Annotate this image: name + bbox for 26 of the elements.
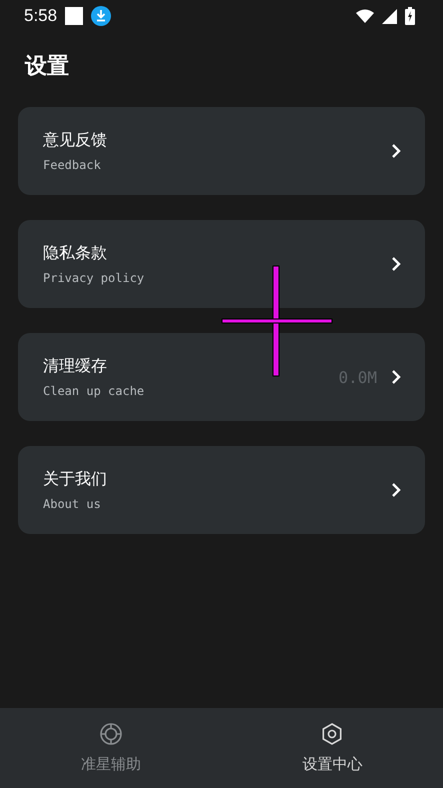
- item-title: 关于我们: [43, 469, 107, 489]
- notification-square-icon: [65, 7, 84, 25]
- chevron-right-icon: [391, 369, 401, 385]
- item-subtitle: Feedback: [43, 158, 101, 172]
- battery-icon: [405, 7, 415, 25]
- crosshair-icon: [100, 722, 122, 744]
- settings-item[interactable]: 隐私条款 Privacy policy: [18, 220, 425, 308]
- item-subtitle: Privacy policy: [43, 271, 144, 285]
- item-title: 意见反馈: [43, 130, 107, 150]
- item-subtitle: Clean up cache: [43, 384, 144, 398]
- status-time: 5:58: [24, 6, 58, 26]
- nav-tab[interactable]: 准星辅助: [0, 708, 222, 788]
- wifi-icon: [356, 9, 374, 23]
- item-title: 隐私条款: [43, 243, 107, 263]
- page-title: 设置: [25, 53, 70, 81]
- chevron-right-icon: [391, 256, 401, 272]
- nav-tab[interactable]: 设置中心: [222, 708, 443, 788]
- signal-icon: [382, 8, 397, 24]
- download-icon: [91, 6, 112, 26]
- item-subtitle: About us: [43, 497, 101, 511]
- settings-item[interactable]: 意见反馈 Feedback: [18, 107, 425, 195]
- settings-item[interactable]: 关于我们 About us: [18, 446, 425, 534]
- settings-icon: [321, 722, 344, 744]
- item-title: 清理缓存: [43, 356, 107, 376]
- chevron-right-icon: [391, 482, 401, 498]
- chevron-right-icon: [391, 143, 401, 159]
